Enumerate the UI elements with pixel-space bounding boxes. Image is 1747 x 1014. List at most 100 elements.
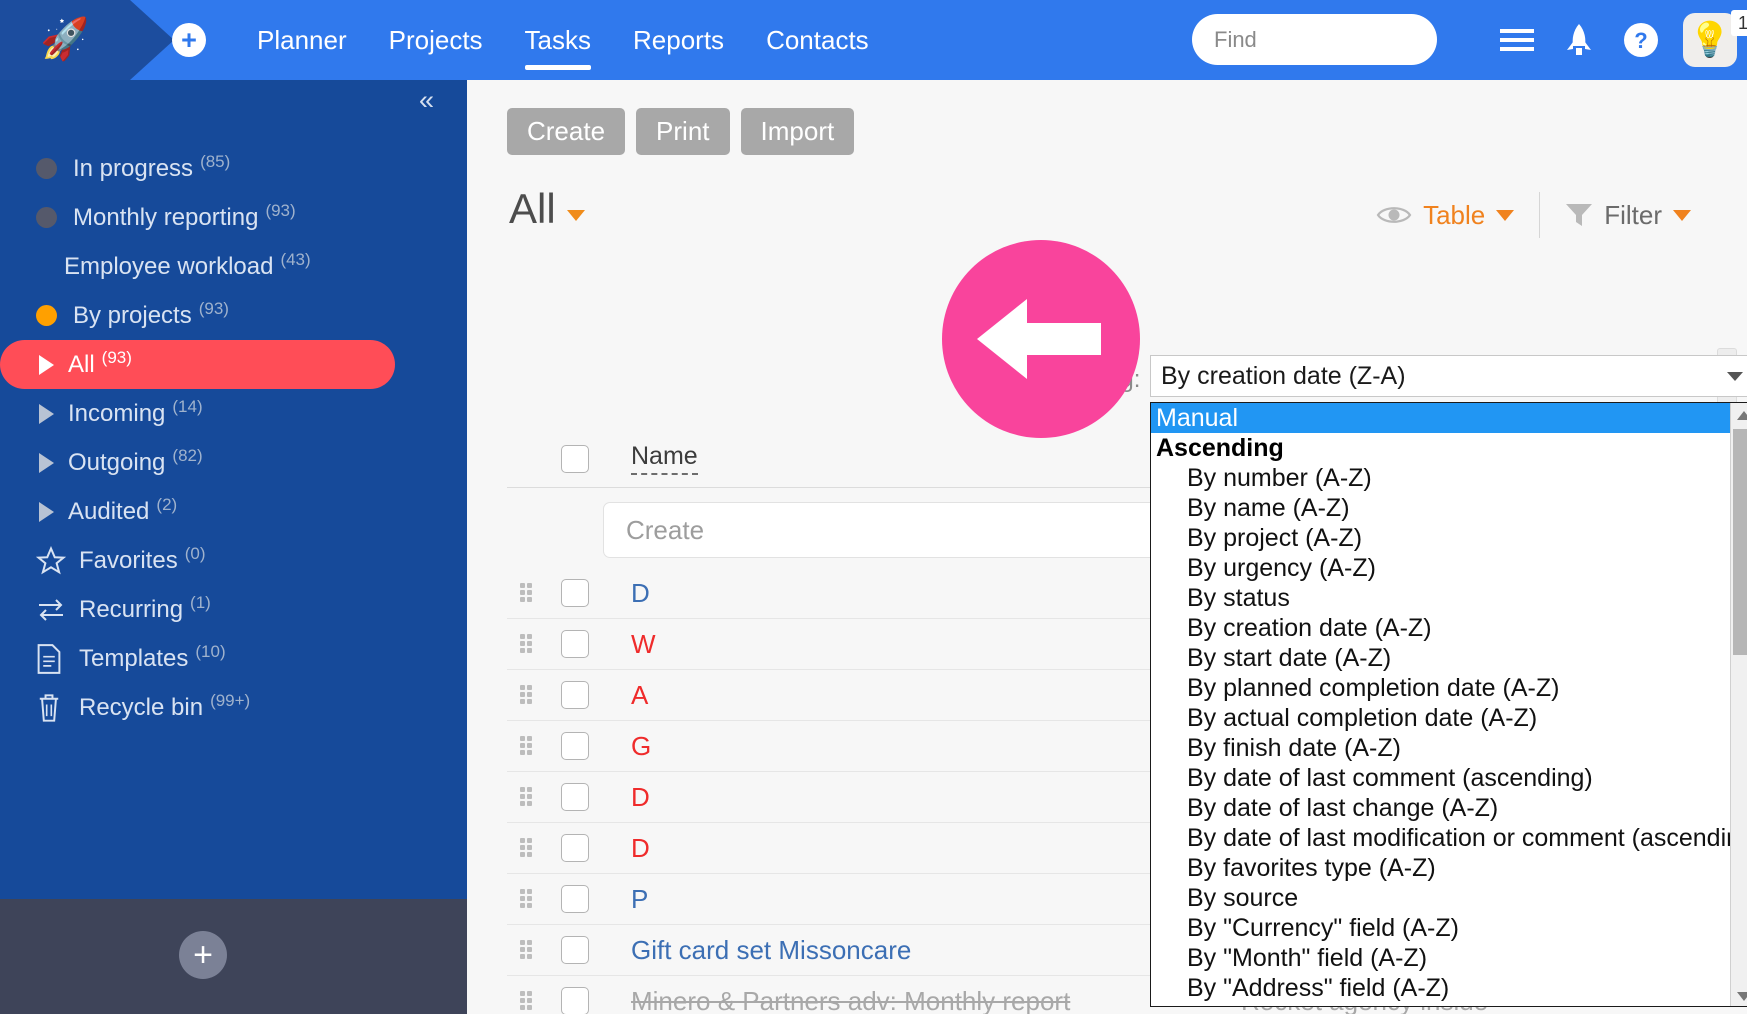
- sorting-option[interactable]: By favorites type (A-Z): [1151, 853, 1732, 883]
- task-name[interactable]: P: [631, 884, 648, 914]
- sorting-option[interactable]: By finish date (A-Z): [1151, 733, 1732, 763]
- sidebar-item-count: (10): [195, 641, 226, 661]
- add-new-button[interactable]: +: [172, 23, 206, 57]
- chevron-down-icon[interactable]: [566, 209, 585, 221]
- sidebar-item-all[interactable]: All (93): [0, 340, 395, 389]
- row-checkbox[interactable]: [561, 987, 589, 1014]
- task-name[interactable]: G: [631, 731, 651, 761]
- sorting-option[interactable]: By project (A-Z): [1151, 523, 1732, 553]
- sidebar-item-outgoing[interactable]: Outgoing (82): [0, 438, 467, 487]
- select-all-checkbox[interactable]: [561, 444, 589, 473]
- row-drag-handle[interactable]: [507, 838, 547, 858]
- sorting-option[interactable]: By number (A-Z): [1151, 463, 1732, 493]
- sidebar-item-list: In progress (85) Monthly reporting (93) …: [0, 144, 467, 732]
- user-avatar-image: 💡: [1683, 13, 1737, 67]
- task-name[interactable]: Gift card set Missoncare: [631, 935, 911, 965]
- sorting-option[interactable]: By date of last change (A-Z): [1151, 793, 1732, 823]
- app-logo[interactable]: 🚀: [0, 0, 130, 80]
- sidebar-item-recycle-bin[interactable]: Recycle bin (99+): [0, 683, 467, 732]
- sorting-option[interactable]: By date of last modification or comment …: [1151, 823, 1747, 853]
- row-checkbox[interactable]: [561, 732, 589, 760]
- row-drag-handle[interactable]: [507, 685, 547, 705]
- sorting-option[interactable]: By creation date (A-Z): [1151, 613, 1732, 643]
- row-checkbox[interactable]: [561, 783, 589, 811]
- sorting-option[interactable]: By date of last comment (ascending): [1151, 763, 1732, 793]
- sidebar-item-monthly-reporting[interactable]: Monthly reporting (93): [0, 193, 467, 242]
- sorting-option[interactable]: By status: [1151, 583, 1732, 613]
- sidebar-item-recurring[interactable]: Recurring (1): [0, 585, 467, 634]
- task-name[interactable]: D: [631, 578, 650, 608]
- sorting-option[interactable]: By name (A-Z): [1151, 493, 1732, 523]
- row-name-cell: Gift card set Missoncare: [603, 935, 1221, 966]
- sidebar-item-count: (85): [200, 151, 231, 171]
- print-button[interactable]: Print: [636, 108, 730, 155]
- view-mode-selector[interactable]: Table: [1376, 200, 1515, 231]
- sidebar-item-by-projects[interactable]: By projects (93): [0, 291, 467, 340]
- sidebar-item-audited[interactable]: Audited (2): [0, 487, 467, 536]
- row-checkbox[interactable]: [561, 885, 589, 913]
- sidebar-collapse-icon[interactable]: «: [419, 87, 434, 114]
- logo-arrow-decoration: [130, 0, 174, 80]
- scroll-down-arrow-icon[interactable]: [1731, 984, 1747, 1006]
- sorting-option[interactable]: By planned completion date (A-Z): [1151, 673, 1732, 703]
- search-box[interactable]: [1192, 14, 1502, 65]
- row-drag-handle[interactable]: [507, 787, 547, 807]
- row-drag-handle[interactable]: [507, 940, 547, 960]
- sorting-option[interactable]: By source: [1151, 883, 1732, 913]
- nav-item-planner[interactable]: Planner: [236, 0, 368, 80]
- row-checkbox[interactable]: [561, 630, 589, 658]
- dropdown-scrollbar[interactable]: [1730, 403, 1747, 1006]
- chevron-right-icon: [39, 452, 54, 473]
- nav-item-contacts[interactable]: Contacts: [745, 0, 890, 80]
- row-drag-handle[interactable]: [507, 634, 547, 654]
- task-name[interactable]: W: [631, 629, 656, 659]
- sorting-option[interactable]: By start date (A-Z): [1151, 643, 1732, 673]
- row-checkbox[interactable]: [561, 834, 589, 862]
- row-drag-handle[interactable]: [507, 991, 547, 1011]
- menu-icon[interactable]: [1497, 20, 1537, 60]
- sorting-group-heading: Ascending: [1156, 434, 1284, 462]
- sidebar-item-incoming[interactable]: Incoming (14): [0, 389, 467, 438]
- avatar[interactable]: 💡 1: [1683, 10, 1747, 67]
- dropdown-scrollbar-thumb[interactable]: [1733, 429, 1747, 655]
- sorting-select[interactable]: By creation date (Z-A): [1150, 355, 1747, 397]
- scroll-up-arrow-icon[interactable]: [1731, 403, 1747, 427]
- sorting-option[interactable]: By actual completion date (A-Z): [1151, 703, 1732, 733]
- name-column-header[interactable]: Name: [603, 442, 1221, 475]
- nav-item-projects[interactable]: Projects: [368, 0, 504, 80]
- nav-item-tasks[interactable]: Tasks: [504, 0, 612, 80]
- sorting-dropdown-list[interactable]: Manual Ascending By number (A-Z) By name (A…: [1150, 402, 1747, 1007]
- main-content: Create Print Import All Table Filter Nam…: [467, 80, 1747, 1014]
- sorting-option[interactable]: By "Address" field (A-Z): [1151, 973, 1732, 1003]
- import-button[interactable]: Import: [740, 108, 855, 155]
- row-drag-handle[interactable]: [507, 736, 547, 756]
- sorting-option[interactable]: By "Currency" field (A-Z): [1151, 913, 1732, 943]
- create-button[interactable]: Create: [507, 108, 626, 155]
- chevron-down-icon: [1727, 371, 1743, 381]
- help-icon[interactable]: ?: [1621, 20, 1661, 60]
- filter-button[interactable]: Filter: [1565, 200, 1691, 231]
- filter-label: Filter: [1604, 199, 1662, 230]
- row-checkbox[interactable]: [561, 681, 589, 709]
- row-checkbox[interactable]: [561, 936, 589, 964]
- rocket-icon[interactable]: [1559, 20, 1599, 60]
- task-name[interactable]: Minero & Partners adv: Monthly report: [631, 986, 1070, 1014]
- sidebar-item-employee-workload[interactable]: Employee workload (43): [0, 242, 467, 291]
- sorting-option[interactable]: By urgency (A-Z): [1151, 553, 1732, 583]
- funnel-icon: [1566, 204, 1593, 226]
- search-input[interactable]: [1214, 26, 1502, 53]
- task-name[interactable]: D: [631, 833, 650, 863]
- row-checkbox[interactable]: [561, 579, 589, 607]
- row-drag-handle[interactable]: [507, 583, 547, 603]
- task-name[interactable]: D: [631, 782, 650, 812]
- sidebar-item-in-progress[interactable]: In progress (85): [0, 144, 467, 193]
- page-title[interactable]: All: [509, 185, 585, 233]
- nav-item-reports[interactable]: Reports: [612, 0, 745, 80]
- row-drag-handle[interactable]: [507, 889, 547, 909]
- task-name[interactable]: A: [631, 680, 648, 710]
- sorting-option[interactable]: Manual: [1151, 403, 1732, 433]
- sidebar-item-templates[interactable]: Templates (10): [0, 634, 467, 683]
- sidebar-item-favorites[interactable]: Favorites (0): [0, 536, 467, 585]
- sidebar-add-button[interactable]: +: [179, 931, 227, 979]
- sorting-option[interactable]: By "Month" field (A-Z): [1151, 943, 1732, 973]
